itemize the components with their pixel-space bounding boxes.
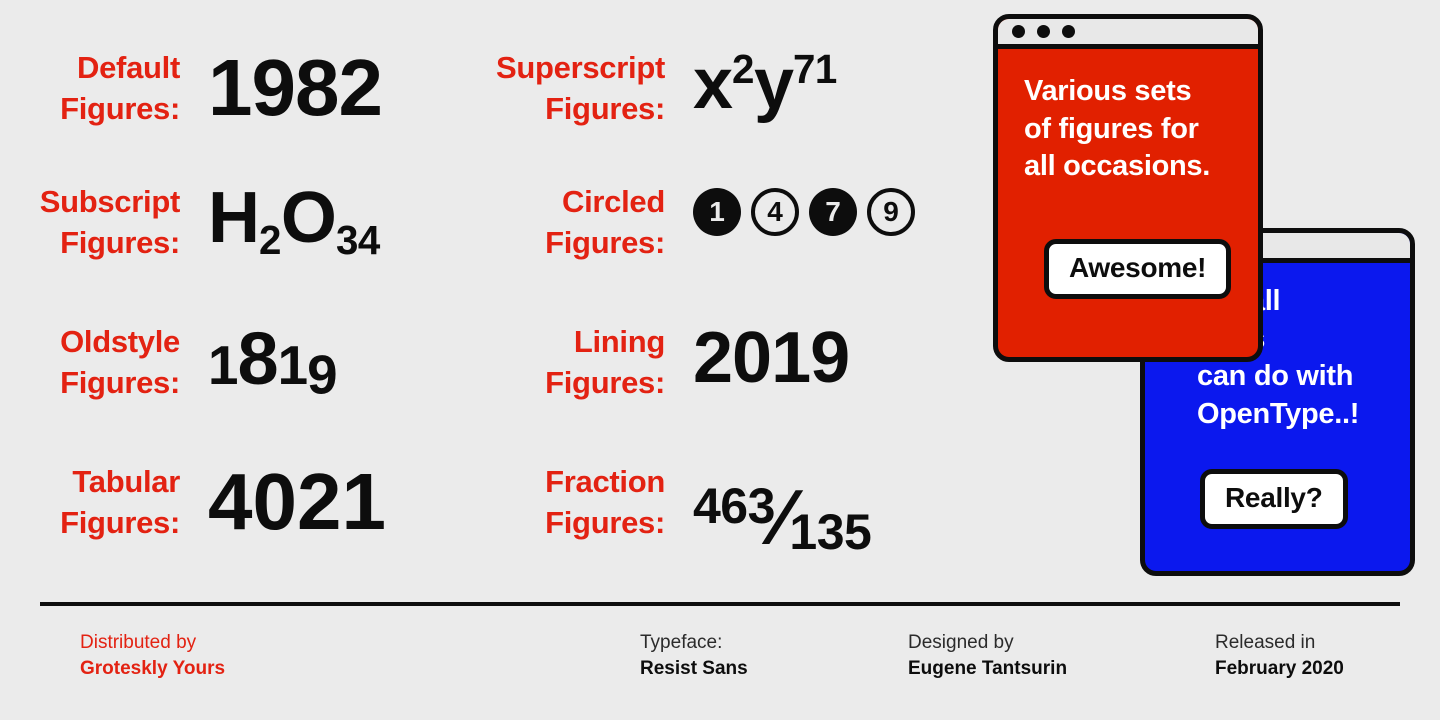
spec-label-oldstyle: Oldstyle Figures: bbox=[60, 324, 180, 400]
awesome-button[interactable]: Awesome! bbox=[1044, 239, 1232, 299]
spec-row-oldstyle: Oldstyle Figures: 1819 bbox=[0, 322, 337, 404]
footer-released-in-label: Released in bbox=[1215, 632, 1316, 653]
spec-sample-default: 1982 bbox=[208, 43, 383, 132]
spec-sample-fraction: 463⁄135 bbox=[693, 474, 872, 562]
oldstyle-digit-1b: 1 bbox=[277, 334, 308, 396]
window-minimize-dot-icon[interactable] bbox=[1037, 25, 1050, 38]
fraction-denominator: 135 bbox=[789, 504, 872, 560]
spec-label-lining: Lining Figures: bbox=[545, 324, 665, 400]
footer-distributed-by-value: Groteskly Yours bbox=[80, 658, 226, 680]
footer-typeface-value: Resist Sans bbox=[640, 658, 748, 680]
sub-base-h: H bbox=[208, 178, 260, 258]
spec-row-superscript: Superscript Figures: x2y71 bbox=[485, 48, 837, 130]
spec-label-tabular: Tabular Figures: bbox=[60, 464, 180, 540]
circled-figure-9: 9 bbox=[867, 188, 915, 236]
footer-designed-by: Designed by Eugene Tantsurin bbox=[908, 630, 1067, 682]
footer-distributed-by: Distributed by Groteskly Yours bbox=[80, 630, 225, 682]
spec-row-circled: Circled Figures: 1 4 7 9 bbox=[485, 182, 915, 264]
spec-sample-subscript: H2O34 bbox=[208, 182, 380, 260]
spec-sample-tabular: 4021 bbox=[208, 457, 386, 546]
footer-typeface-label: Typeface: bbox=[640, 632, 723, 653]
window-red-titlebar[interactable] bbox=[998, 19, 1258, 49]
really-button[interactable]: Really? bbox=[1200, 469, 1348, 529]
browser-window-red[interactable]: Various sets of figures for all occasion… bbox=[993, 14, 1263, 362]
spec-row-subscript: Subscript Figures: H2O34 bbox=[0, 182, 381, 264]
sub-idx-34: 34 bbox=[335, 217, 380, 264]
spec-label-circled: Circled Figures: bbox=[545, 184, 665, 260]
spec-row-default: Default Figures: 1982 bbox=[0, 43, 383, 132]
sub-base-o: O bbox=[280, 178, 337, 258]
sub-idx-2: 2 bbox=[259, 217, 281, 264]
spec-label-subscript: Subscript Figures: bbox=[39, 184, 181, 260]
spec-sample-oldstyle: 1819 bbox=[208, 322, 338, 402]
specimen-poster: Default Figures: 1982 Superscript Figure… bbox=[0, 0, 1440, 720]
footer-distributed-by-label: Distributed by bbox=[80, 632, 197, 653]
figures-specimen-grid: Default Figures: 1982 Superscript Figure… bbox=[0, 0, 975, 600]
fraction-numerator: 463 bbox=[693, 478, 775, 534]
super-exp-2: 2 bbox=[732, 46, 754, 92]
footer-typeface: Typeface: Resist Sans bbox=[640, 630, 748, 682]
spec-sample-superscript: x2y71 bbox=[693, 48, 837, 120]
spec-sample-lining: 2019 bbox=[693, 318, 850, 398]
spec-row-tabular: Tabular Figures: 4021 bbox=[0, 462, 386, 544]
oldstyle-digit-9: 9 bbox=[307, 343, 337, 406]
footer-released-in: Released in February 2020 bbox=[1215, 630, 1344, 682]
spec-label-fraction: Fraction Figures: bbox=[545, 464, 665, 540]
circled-figure-1: 1 bbox=[693, 188, 741, 236]
oldstyle-digit-1: 1 bbox=[208, 334, 238, 396]
super-base-y: y bbox=[753, 44, 794, 124]
super-exp-71: 71 bbox=[793, 46, 837, 92]
window-red-message: Various sets of figures for all occasion… bbox=[1024, 75, 1210, 183]
footer-designed-by-value: Eugene Tantsurin bbox=[908, 658, 1068, 680]
window-red-body: Various sets of figures for all occasion… bbox=[998, 49, 1258, 357]
circled-figure-7: 7 bbox=[809, 188, 857, 236]
footer-released-in-value: February 2020 bbox=[1215, 658, 1344, 680]
spec-row-lining: Lining Figures: 2019 bbox=[485, 318, 850, 404]
spec-sample-circled: 1 4 7 9 bbox=[693, 182, 915, 236]
spec-label-default: Default Figures: bbox=[60, 50, 180, 126]
oldstyle-digit-8: 8 bbox=[237, 317, 278, 400]
circled-figure-set: 1 4 7 9 bbox=[693, 188, 915, 236]
spec-label-superscript: Superscript Figures: bbox=[496, 50, 665, 126]
footer-divider bbox=[40, 602, 1400, 606]
window-close-dot-icon[interactable] bbox=[1012, 25, 1025, 38]
footer: Distributed by Groteskly Yours Typeface:… bbox=[40, 630, 1400, 700]
super-base-x: x bbox=[693, 44, 733, 124]
circled-figure-4: 4 bbox=[751, 188, 799, 236]
footer-designed-by-label: Designed by bbox=[908, 632, 1014, 653]
window-maximize-dot-icon[interactable] bbox=[1062, 25, 1075, 38]
spec-row-fraction: Fraction Figures: 463⁄135 bbox=[485, 462, 872, 562]
fraction-slash-icon: ⁄ bbox=[775, 475, 789, 562]
